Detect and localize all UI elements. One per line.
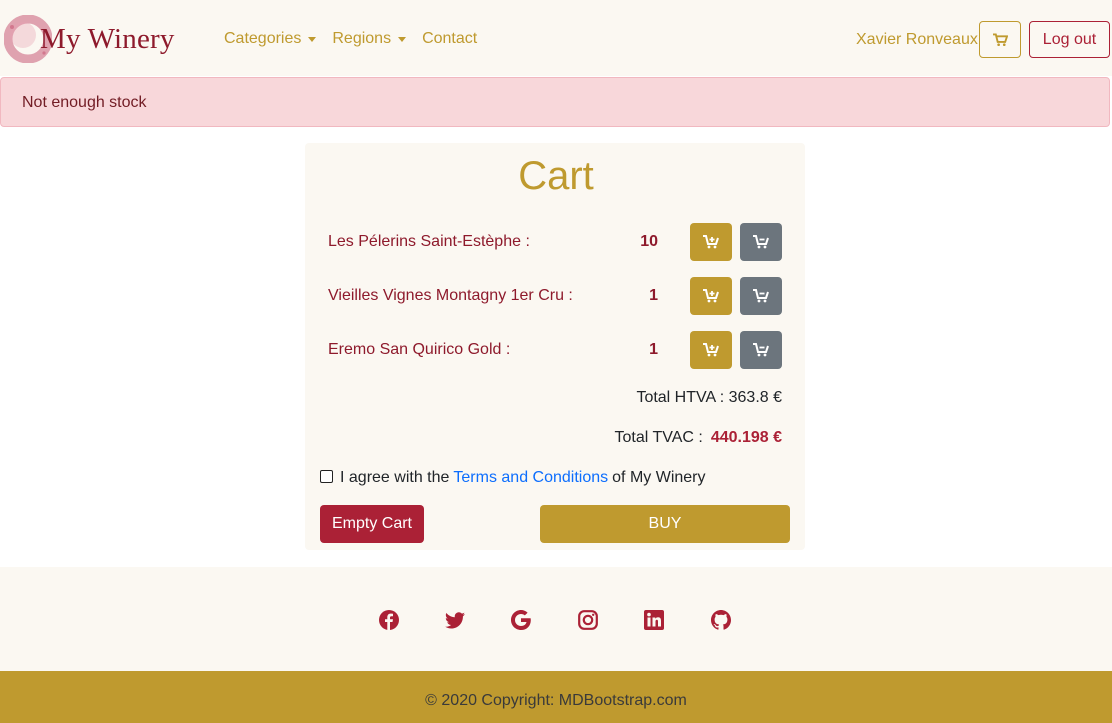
cart-item-qty: 10 [640, 233, 658, 250]
terms-checkbox[interactable] [320, 469, 333, 483]
nav-contact-link[interactable]: Contact [422, 30, 477, 48]
cart-title: Cart [518, 154, 594, 198]
terms-suffix: of My Winery [612, 469, 706, 486]
terms-link[interactable]: Terms and Conditions [453, 469, 608, 487]
cart-item-qty: 1 [649, 341, 658, 358]
remove-from-cart-button[interactable] [740, 277, 782, 315]
add-to-cart-button[interactable] [690, 277, 732, 315]
total-tvac-value: 440.198 € [710, 429, 782, 446]
nav-categories-dropdown[interactable]: Categories [224, 30, 317, 48]
alert-message: Not enough stock [22, 94, 147, 111]
cart-minus-icon [753, 235, 769, 249]
linkedin-icon[interactable] [644, 610, 664, 630]
nav-links: Categories Regions Contact [224, 30, 493, 48]
logout-button[interactable]: Log out [1029, 21, 1110, 58]
cart-plus-icon [703, 289, 719, 303]
terms-prefix: I agree with the [340, 469, 450, 486]
brand-name: My Winery [40, 22, 175, 55]
navbar: My Winery Categories Regions Contact Xav… [0, 0, 1112, 76]
footer-copyright: © 2020 Copyright: MDBootstrap.com [0, 671, 1112, 723]
cart-item-qty: 1 [649, 287, 658, 304]
nav-categories-label: Categories [224, 30, 302, 47]
caret-down-icon [398, 37, 407, 42]
google-icon[interactable] [511, 610, 531, 630]
footer-social [0, 567, 1112, 671]
buy-button[interactable]: BUY [540, 505, 790, 543]
terms-agreement: I agree with the Terms and Conditions of… [320, 469, 706, 487]
empty-cart-button[interactable]: Empty Cart [320, 505, 424, 543]
add-to-cart-button[interactable] [690, 223, 732, 261]
cart-plus-icon [703, 343, 719, 357]
nav-regions-label: Regions [332, 30, 392, 47]
github-icon[interactable] [711, 610, 731, 630]
copyright-text: © 2020 Copyright: MDBootstrap.com [425, 692, 687, 709]
cart-item-name: Les Pélerins Saint-Estèphe : [328, 233, 530, 250]
cart-item-name: Eremo San Quirico Gold : [328, 341, 511, 358]
cart-item: Les Pélerins Saint-Estèphe : 10 [328, 223, 788, 261]
instagram-icon[interactable] [578, 610, 598, 630]
brand[interactable]: My Winery [3, 14, 175, 64]
cart-button[interactable] [979, 21, 1021, 58]
user-name-link[interactable]: Xavier Ronveaux [856, 31, 978, 49]
remove-from-cart-button[interactable] [740, 331, 782, 369]
facebook-icon[interactable] [379, 610, 399, 630]
shopping-cart-icon [992, 32, 1008, 46]
total-htva: Total HTVA : 363.8 € [636, 389, 782, 406]
cart-plus-icon [703, 235, 719, 249]
nav-contact-label: Contact [422, 30, 478, 47]
caret-down-icon [308, 37, 317, 42]
stock-alert: Not enough stock [0, 77, 1110, 127]
twitter-icon[interactable] [445, 610, 465, 630]
remove-from-cart-button[interactable] [740, 223, 782, 261]
cart-item-name: Vieilles Vignes Montagny 1er Cru : [328, 287, 573, 304]
cart-minus-icon [753, 289, 769, 303]
cart-item: Eremo San Quirico Gold : 1 [328, 331, 788, 369]
total-tvac-label: Total TVAC : [614, 429, 703, 446]
nav-regions-dropdown[interactable]: Regions [332, 30, 407, 48]
total-tvac: Total TVAC : 440.198 € [614, 429, 782, 447]
cart-minus-icon [753, 343, 769, 357]
cart-item: Vieilles Vignes Montagny 1er Cru : 1 [328, 277, 788, 315]
add-to-cart-button[interactable] [690, 331, 732, 369]
